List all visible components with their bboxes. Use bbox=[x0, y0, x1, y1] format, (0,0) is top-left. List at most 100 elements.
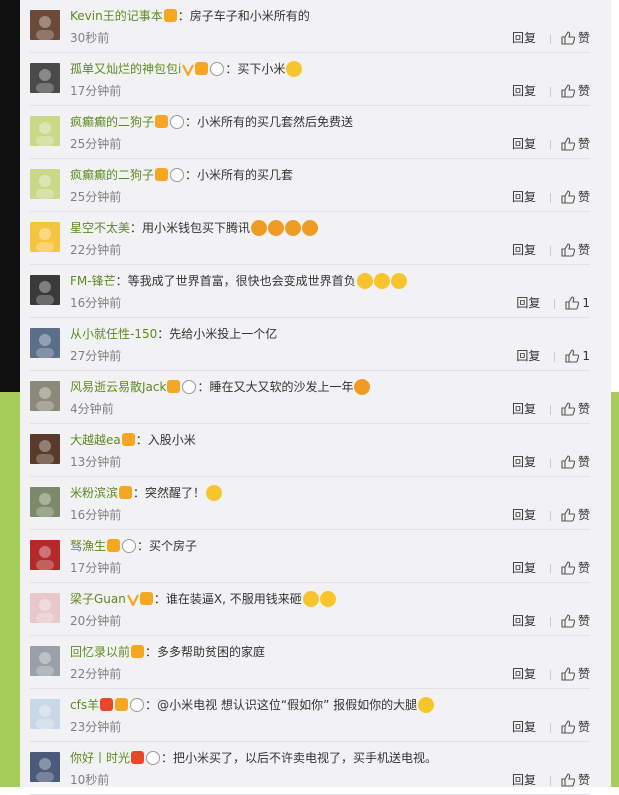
member-badge-icon bbox=[115, 698, 129, 711]
divider bbox=[549, 722, 551, 733]
reply-button[interactable]: 回复 bbox=[516, 295, 540, 311]
thumbs-up-icon bbox=[561, 83, 576, 98]
thumbs-up-icon bbox=[561, 560, 576, 575]
like-button[interactable]: 赞 bbox=[561, 507, 590, 523]
reply-button[interactable]: 回复 bbox=[512, 666, 536, 682]
username-link[interactable]: 你好丨时光 bbox=[70, 751, 130, 765]
avatar[interactable] bbox=[30, 222, 60, 252]
username-link[interactable]: 疯癫癫的二狗子 bbox=[70, 115, 154, 129]
reply-button[interactable]: 回复 bbox=[512, 83, 536, 99]
member-badge-icon bbox=[131, 645, 145, 658]
like-button[interactable]: 赞 bbox=[561, 242, 590, 258]
thumbs-up-icon bbox=[561, 242, 576, 257]
username-link[interactable]: 米粉滨滨 bbox=[70, 486, 118, 500]
right-background-green bbox=[611, 392, 619, 787]
avatar[interactable] bbox=[30, 381, 60, 411]
comment-item: 从小就任性-150：先给小米投上一个亿 27分钟前 回复 1 bbox=[30, 318, 590, 371]
like-button[interactable]: 赞 bbox=[561, 613, 590, 629]
avatar[interactable] bbox=[30, 275, 60, 305]
comment-time: 23分钟前 bbox=[70, 720, 122, 734]
username-link[interactable]: 大越越ea bbox=[70, 433, 121, 447]
divider bbox=[549, 669, 551, 680]
like-button[interactable]: 赞 bbox=[561, 83, 590, 99]
like-count: 赞 bbox=[577, 455, 590, 469]
avatar[interactable] bbox=[30, 116, 60, 146]
reply-button[interactable]: 回复 bbox=[512, 401, 536, 417]
comment-actions: 回复 赞 bbox=[512, 30, 590, 46]
like-count: 1 bbox=[582, 349, 590, 363]
username-link[interactable]: 从小就任性-150 bbox=[70, 327, 157, 341]
reply-button[interactable]: 回复 bbox=[512, 507, 536, 523]
reply-button[interactable]: 回复 bbox=[512, 560, 536, 576]
like-button[interactable]: 赞 bbox=[561, 189, 590, 205]
reply-button[interactable]: 回复 bbox=[512, 242, 536, 258]
like-button[interactable]: 赞 bbox=[561, 666, 590, 682]
avatar[interactable] bbox=[30, 752, 60, 782]
reply-button[interactable]: 回复 bbox=[512, 613, 536, 629]
like-button[interactable]: 1 bbox=[565, 295, 590, 311]
like-button[interactable]: 赞 bbox=[561, 772, 590, 788]
divider bbox=[549, 616, 551, 627]
username-link[interactable]: 风易逝云易散Jack bbox=[70, 380, 166, 394]
avatar[interactable] bbox=[30, 10, 60, 40]
like-count: 赞 bbox=[577, 773, 590, 787]
divider bbox=[549, 563, 551, 574]
like-button[interactable]: 赞 bbox=[561, 560, 590, 576]
comment-time: 13分钟前 bbox=[70, 455, 122, 469]
comment-time: 25分钟前 bbox=[70, 190, 122, 204]
thumbs-up-icon bbox=[561, 666, 576, 681]
comment-text: ：多多帮助贫困的家庭 bbox=[145, 645, 266, 659]
avatar[interactable] bbox=[30, 540, 60, 570]
like-button[interactable]: 赞 bbox=[561, 401, 590, 417]
username-link[interactable]: 梁子Guan bbox=[70, 592, 126, 606]
like-count: 赞 bbox=[577, 137, 590, 151]
comment-actions: 回复 赞 bbox=[512, 83, 590, 99]
reply-button[interactable]: 回复 bbox=[516, 348, 540, 364]
comment-text: ：@小米电视 想认识这位“假如你” 报假如你的大腿 bbox=[145, 698, 418, 712]
verified-v-icon bbox=[126, 593, 139, 607]
username-link[interactable]: Kevin王的记事本 bbox=[70, 9, 163, 23]
emoji-icon bbox=[286, 60, 303, 77]
comment-text: ：房子车子和小米所有的 bbox=[177, 9, 310, 23]
like-button[interactable]: 赞 bbox=[561, 719, 590, 735]
comment-item: 风易逝云易散Jack ：睡在又大又软的沙发上一年 4分钟前 回复 赞 bbox=[30, 371, 590, 424]
avatar[interactable] bbox=[30, 699, 60, 729]
avatar[interactable] bbox=[30, 434, 60, 464]
username-link[interactable]: FM-锋芒 bbox=[70, 274, 116, 288]
star-badge-icon bbox=[131, 751, 145, 764]
avatar[interactable] bbox=[30, 593, 60, 623]
comment-list: Kevin王的记事本 ：房子车子和小米所有的 30秒前 回复赞孤单又灿烂的神包包i ：买… bbox=[20, 0, 611, 795]
like-button[interactable]: 赞 bbox=[561, 30, 590, 46]
username-link[interactable]: 疯癫癫的二狗子 bbox=[70, 168, 154, 182]
username-link[interactable]: 孤单又灿烂的神包包i bbox=[70, 62, 181, 76]
reply-button[interactable]: 回复 bbox=[512, 189, 536, 205]
panda-icon bbox=[130, 697, 145, 712]
avatar[interactable] bbox=[30, 646, 60, 676]
avatar[interactable] bbox=[30, 169, 60, 199]
comment-item: 疯癫癫的二狗子 ：小米所有的买几套 25分钟前 回复 赞 bbox=[30, 159, 590, 212]
reply-button[interactable]: 回复 bbox=[512, 772, 536, 788]
avatar[interactable] bbox=[30, 328, 60, 358]
comment-actions: 回复 赞 bbox=[512, 560, 590, 576]
comment-actions: 回复 赞 bbox=[512, 613, 590, 629]
avatar[interactable] bbox=[30, 63, 60, 93]
username-link[interactable]: 驽漁生 bbox=[70, 539, 106, 553]
like-count: 赞 bbox=[577, 667, 590, 681]
like-button[interactable]: 赞 bbox=[561, 454, 590, 470]
username-link[interactable]: 星空不太美 bbox=[70, 221, 130, 235]
like-button[interactable]: 1 bbox=[565, 348, 590, 364]
reply-button[interactable]: 回复 bbox=[512, 454, 536, 470]
comment-text: ：买下小米 bbox=[225, 62, 286, 76]
reply-button[interactable]: 回复 bbox=[512, 719, 536, 735]
avatar[interactable] bbox=[30, 487, 60, 517]
comment-time: 16分钟前 bbox=[70, 508, 122, 522]
like-count: 赞 bbox=[577, 243, 590, 257]
username-link[interactable]: 回忆录以前 bbox=[70, 645, 130, 659]
reply-button[interactable]: 回复 bbox=[512, 30, 536, 46]
member-badge-icon bbox=[195, 62, 209, 75]
like-button[interactable]: 赞 bbox=[561, 136, 590, 152]
thumbs-up-icon bbox=[561, 719, 576, 734]
reply-button[interactable]: 回复 bbox=[512, 136, 536, 152]
username-link[interactable]: cfs羊 bbox=[70, 698, 99, 712]
emoji-icon bbox=[302, 590, 319, 607]
